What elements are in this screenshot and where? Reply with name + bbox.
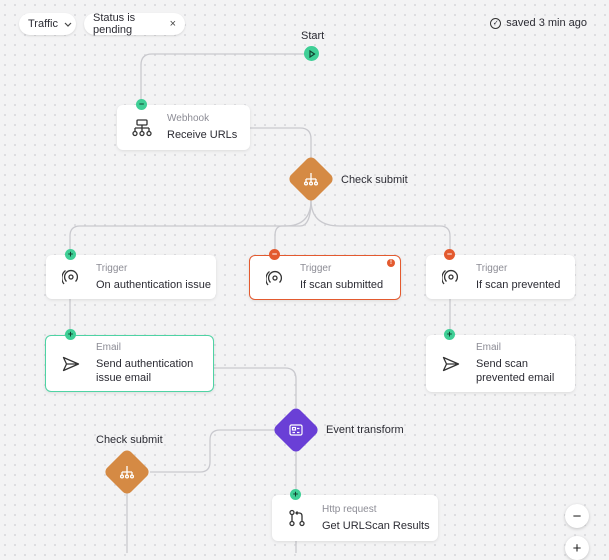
play-icon — [308, 45, 316, 63]
email-prevented-node[interactable]: Email Send scan prevented email — [426, 335, 575, 392]
transform-icon — [288, 422, 304, 438]
chevron-down-icon — [64, 19, 72, 29]
node-title: If scan prevented — [476, 278, 561, 291]
node-title: Get URLScan Results — [322, 519, 430, 532]
node-title: If scan submitted — [300, 279, 384, 291]
node-type: Http request — [322, 503, 377, 515]
check-circle-icon: ✓ — [490, 17, 502, 29]
node-title-line1: Send authentication — [96, 358, 194, 370]
workflow-canvas[interactable]: Traffic Status is pending × ✓ saved 3 mi… — [0, 0, 609, 560]
trigger-icon — [46, 268, 96, 286]
event-transform-label: Event transform — [326, 424, 404, 436]
add-port[interactable]: + — [290, 489, 301, 500]
saved-text: saved 3 min ago — [506, 17, 587, 29]
close-icon[interactable]: × — [170, 18, 176, 30]
node-type: Email — [96, 342, 122, 353]
email-auth-node[interactable]: Email Send authentication issue email — [45, 335, 214, 392]
node-type: Trigger — [476, 262, 508, 274]
send-icon — [426, 356, 476, 372]
git-pull-request-icon — [272, 509, 322, 527]
add-port[interactable]: + — [444, 329, 455, 340]
start-label: Start — [301, 30, 325, 42]
trigger-prevented-node[interactable]: Trigger If scan prevented — [426, 255, 575, 299]
split-icon — [119, 464, 135, 480]
zoom-out-button[interactable]: − — [565, 504, 589, 528]
split-icon — [303, 171, 319, 187]
status-filter-label: Status is pending — [93, 12, 136, 36]
alert-icon: ! — [387, 259, 395, 267]
trigger-auth-node[interactable]: Trigger On authentication issue — [46, 255, 216, 299]
trigger-submitted-node[interactable]: Trigger If scan submitted — [249, 255, 401, 300]
status-filter-chip[interactable]: Status is pending × — [84, 12, 185, 36]
save-status: ✓ saved 3 min ago — [490, 17, 587, 29]
trigger-icon — [426, 268, 476, 286]
webhook-node[interactable]: Webhook Receive URLs — [117, 105, 250, 150]
add-port[interactable]: + — [65, 249, 76, 260]
check-submit-label: Check submit — [96, 434, 163, 446]
node-title-line1: Send scan — [476, 358, 528, 370]
traffic-filter-label: Traffic — [28, 18, 58, 30]
node-title: Receive URLs — [167, 129, 238, 141]
send-icon — [46, 356, 96, 372]
traffic-filter-dropdown[interactable]: Traffic — [19, 13, 76, 35]
node-type: Email — [476, 342, 502, 353]
http-request-node[interactable]: Http request Get URLScan Results — [272, 495, 438, 541]
trigger-icon — [250, 269, 300, 287]
collapse-port[interactable]: − — [269, 249, 280, 260]
zoom-in-button[interactable]: + — [565, 536, 589, 560]
start-node[interactable] — [304, 46, 319, 61]
check-submit-label: Check submit — [341, 174, 408, 186]
add-port[interactable]: + — [65, 329, 76, 340]
node-type: Trigger — [96, 262, 128, 274]
node-type: Trigger — [300, 263, 332, 274]
node-title-line2: prevented email — [476, 372, 555, 384]
collapse-port[interactable]: − — [136, 99, 147, 110]
node-title-line2: issue email — [96, 372, 152, 384]
webhook-icon — [117, 118, 167, 138]
node-title: On authentication issue — [96, 278, 211, 291]
node-type: Webhook — [167, 113, 210, 124]
collapse-port[interactable]: − — [444, 249, 455, 260]
